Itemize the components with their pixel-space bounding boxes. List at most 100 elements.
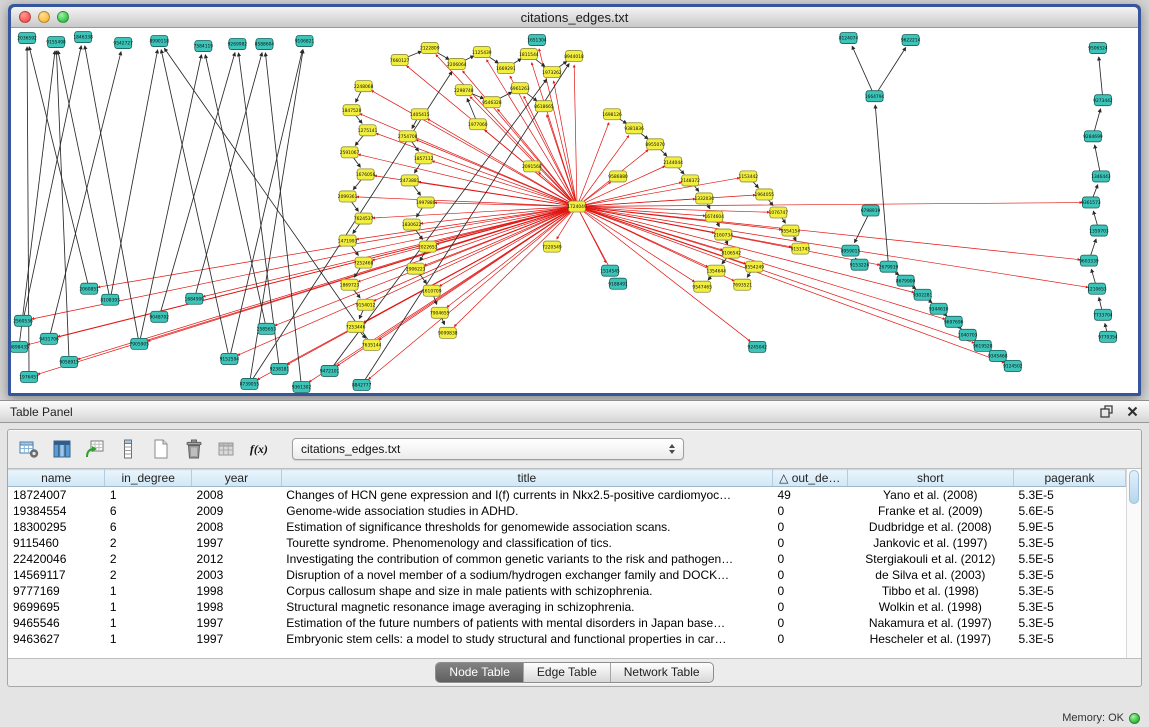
table-row[interactable]: 2242004622012Investigating the contribut… (8, 551, 1126, 567)
graph-node[interactable]: 9302281 (913, 289, 933, 300)
table-row[interactable]: 946554611997Estimation of the future num… (8, 615, 1126, 631)
graph-node[interactable]: 9770354 (1098, 331, 1118, 342)
graph-node[interactable]: 1076747 (769, 207, 789, 218)
column-header-6[interactable]: pagerank (1014, 470, 1126, 487)
graph-node[interactable]: 2099361 (338, 191, 358, 202)
import-table-button[interactable] (82, 436, 108, 462)
graph-node[interactable]: 9124502 (1003, 360, 1023, 371)
graph-node[interactable]: 9238181 (270, 363, 290, 374)
table-row[interactable]: 969969511998Structural magnetic resonanc… (8, 599, 1126, 615)
graph-node[interactable]: 7584119 (194, 41, 214, 52)
column-header-0[interactable]: name (8, 470, 105, 487)
graph-node[interactable]: 8108393 (100, 294, 120, 305)
graph-node[interactable]: 9345468 (988, 350, 1008, 361)
graph-node[interactable]: 7660127 (390, 55, 410, 66)
graph-node[interactable]: 9058915 (59, 356, 79, 367)
graph-node[interactable]: 8554249 (745, 261, 765, 272)
graph-node[interactable]: 8739055 (240, 378, 260, 389)
graph-node[interactable]: 9188491 (608, 278, 628, 289)
graph-node[interactable]: 9154012 (356, 299, 376, 310)
graph-node[interactable]: 1153442 (739, 171, 759, 182)
graph-node[interactable]: 8124074 (839, 33, 859, 44)
graph-node[interactable]: 8959015 (841, 245, 861, 256)
graph-node[interactable]: 9472101 (320, 365, 340, 376)
network-graph[interactable]: 2036592915549818463389542727899011875841… (11, 28, 1138, 393)
graph-node[interactable]: 7635144 (362, 339, 382, 350)
graph-node[interactable]: 8842777 (352, 379, 372, 390)
graph-node[interactable]: 7905905 (129, 338, 149, 349)
column-header-5[interactable]: short (847, 470, 1013, 487)
graph-node[interactable]: 9547465 (692, 281, 712, 292)
graph-node[interactable]: 9542727 (113, 38, 133, 49)
column-header-2[interactable]: year (192, 470, 282, 487)
merge-table-button[interactable] (214, 436, 240, 462)
graph-node[interactable]: 8944018 (564, 51, 584, 62)
minimize-window-button[interactable] (38, 11, 50, 23)
graph-node[interactable]: 1977060 (468, 119, 488, 130)
graph-node[interactable]: 8955070 (645, 139, 665, 150)
column-header-1[interactable]: in_degree (105, 470, 192, 487)
graph-node[interactable]: 1610709 (422, 285, 442, 296)
table-row[interactable]: 1830029562008Estimation of significance … (8, 519, 1126, 535)
graph-node[interactable]: 1857112 (414, 153, 434, 164)
graph-node[interactable]: 9586880 (608, 171, 628, 182)
graph-node[interactable]: 1332036 (694, 193, 714, 204)
vertical-scrollbar[interactable] (1126, 469, 1141, 658)
graph-node[interactable]: 2298748 (454, 85, 474, 96)
graph-node[interactable]: 9284699 (1083, 131, 1103, 142)
graph-node[interactable]: 1676056 (356, 169, 376, 180)
graph-node[interactable]: 8679900 (896, 275, 916, 286)
graph-node[interactable]: 9697696 (944, 316, 964, 327)
tab-node-table[interactable]: Node Table (436, 663, 523, 682)
table-selector-dropdown[interactable]: citations_edges.txt (292, 438, 684, 460)
graph-node[interactable]: 9619528 (973, 340, 993, 351)
graph-node[interactable]: 2754708 (398, 131, 418, 142)
graph-node[interactable]: 1651304 (527, 35, 547, 46)
graph-node[interactable]: 1346443 (1091, 171, 1111, 182)
graph-node[interactable]: 9269982 (228, 39, 248, 50)
graph-node[interactable]: 1847520 (342, 105, 362, 116)
graph-node[interactable]: 2036592 (17, 33, 37, 44)
graph-node[interactable]: 2585653 (257, 323, 277, 334)
graph-node[interactable]: 1964055 (755, 189, 775, 200)
graph-node[interactable]: 9361302 (292, 381, 312, 392)
network-canvas[interactable]: 2036592915549818463389542727899011875841… (11, 28, 1138, 393)
zoom-window-button[interactable] (57, 11, 69, 23)
graph-node[interactable]: 7253446 (346, 321, 366, 332)
float-panel-button[interactable] (1099, 405, 1113, 419)
graph-node[interactable]: 2060851 (79, 283, 99, 294)
table-settings-button[interactable] (16, 436, 42, 462)
graph-node[interactable]: 1275141 (358, 125, 378, 136)
graph-node[interactable]: 1698126 (602, 109, 622, 120)
graph-node[interactable]: 1210653 (1087, 283, 1107, 294)
show-columns-button[interactable] (49, 436, 75, 462)
column-list-button[interactable] (115, 436, 141, 462)
graph-node[interactable]: 2248068 (354, 81, 374, 92)
graph-node[interactable]: 1830622 (402, 219, 422, 230)
graph-node[interactable]: 2906223 (406, 263, 426, 274)
graph-node[interactable]: 9153226 (850, 259, 870, 270)
table-row[interactable]: 1938455462009Genome-wide association stu… (8, 503, 1126, 519)
window-titlebar[interactable]: citations_edges.txt (11, 7, 1138, 28)
graph-node[interactable]: 1040703 (958, 329, 978, 340)
graph-node[interactable]: 9344610 (929, 303, 949, 314)
graph-node[interactable]: 1471993 (338, 235, 358, 246)
tab-network-table[interactable]: Network Table (610, 663, 713, 682)
table-row[interactable]: 977716911998Corpus callosum shape and si… (8, 583, 1126, 599)
graph-node[interactable]: 2122809 (420, 43, 440, 54)
graph-node[interactable]: 7220549 (542, 241, 562, 252)
graph-node[interactable]: 9048702 (149, 311, 169, 322)
graph-node[interactable]: 1997880 (416, 197, 436, 208)
graph-node[interactable]: 2206064 (447, 59, 467, 70)
graph-node[interactable]: 8990118 (149, 36, 169, 47)
graph-node[interactable]: 1669291 (496, 63, 516, 74)
graph-node[interactable]: 9106821 (295, 36, 315, 47)
graph-node[interactable]: 7904655 (430, 307, 450, 318)
scrollbar-thumb[interactable] (1129, 470, 1139, 504)
graph-node[interactable]: 6798919 (861, 205, 881, 216)
graph-node[interactable]: 9622214 (901, 35, 921, 46)
delete-table-button[interactable] (181, 436, 207, 462)
graph-node[interactable]: 2144044 (663, 157, 683, 168)
graph-node[interactable]: 2679919 (879, 261, 899, 272)
graph-node[interactable]: 8106542 (722, 247, 742, 258)
